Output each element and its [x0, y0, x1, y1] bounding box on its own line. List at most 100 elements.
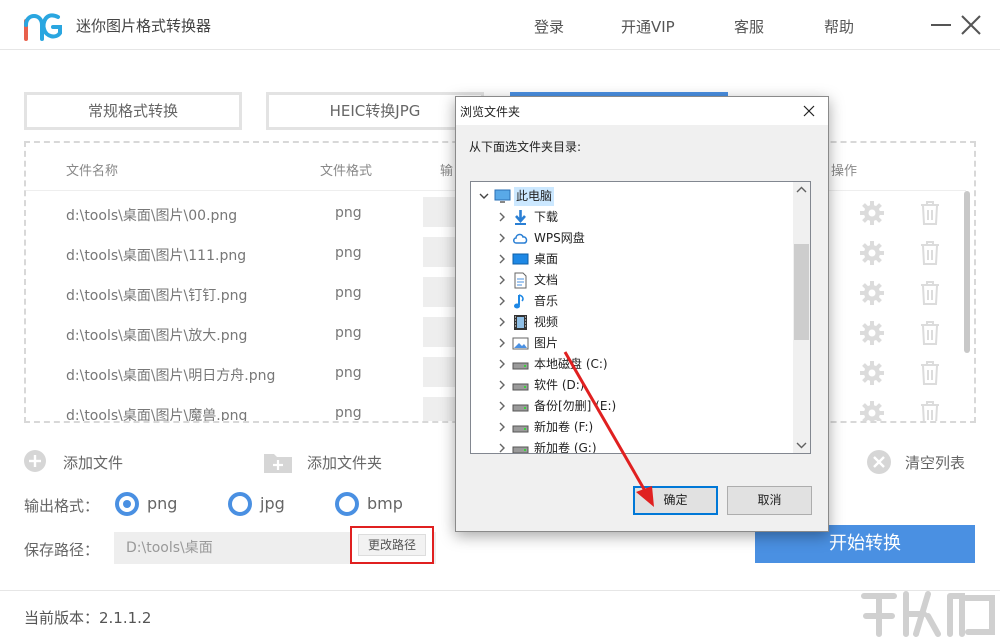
- tree-item-label: 本地磁盘 (C:): [534, 357, 608, 371]
- tree-item[interactable]: 备份[勿删] (E:): [471, 396, 793, 417]
- tree-item-label: 新加卷 (F:): [534, 420, 594, 434]
- dialog-close-icon[interactable]: [802, 104, 816, 118]
- gear-icon[interactable]: [860, 281, 884, 305]
- change-path-highlight: 更改路径: [350, 526, 434, 564]
- tab-heic-convert[interactable]: HEIC转换JPG: [266, 92, 484, 130]
- version-text: 当前版本：2.1.1.2: [24, 609, 152, 627]
- tree-item-label: 文档: [534, 273, 559, 287]
- trash-icon[interactable]: [919, 320, 941, 346]
- tab-normal-convert[interactable]: 常规格式转换: [24, 92, 242, 130]
- tree-item[interactable]: 文档: [471, 270, 793, 291]
- change-path-button[interactable]: 更改路径: [358, 534, 426, 556]
- gear-icon[interactable]: [860, 401, 884, 423]
- add-folder-button[interactable]: 添加文件夹: [307, 452, 382, 473]
- clear-list-button[interactable]: 清空列表: [905, 452, 965, 473]
- gear-icon[interactable]: [860, 361, 884, 385]
- tree-item[interactable]: 下载: [471, 207, 793, 228]
- trash-icon[interactable]: [919, 360, 941, 386]
- chevron-right-icon[interactable]: [497, 359, 507, 369]
- radio-bmp-label[interactable]: bmp: [367, 494, 403, 513]
- video-icon: [514, 315, 527, 330]
- tree-item-label: 备份[勿删] (E:): [534, 399, 617, 413]
- tree-item[interactable]: 视频: [471, 312, 793, 333]
- column-header-ops: 操作: [831, 164, 858, 179]
- add-file-icon[interactable]: [24, 450, 46, 472]
- chevron-right-icon[interactable]: [497, 401, 507, 411]
- file-format-cell: png: [335, 285, 362, 301]
- tree-item-label: 下载: [534, 210, 559, 224]
- column-header-name: 文件名称: [66, 164, 119, 179]
- radio-jpg[interactable]: [228, 492, 252, 516]
- minimize-icon[interactable]: [930, 14, 952, 36]
- add-folder-icon[interactable]: [263, 450, 293, 474]
- desktop-icon: [512, 253, 529, 265]
- tree-item[interactable]: 此电脑: [471, 186, 793, 207]
- download-icon: [515, 210, 526, 225]
- list-scrollbar-thumb[interactable]: [964, 191, 970, 353]
- tree-item[interactable]: 音乐: [471, 291, 793, 312]
- trash-icon[interactable]: [919, 280, 941, 306]
- tree-scrollbar-thumb[interactable]: [794, 244, 809, 340]
- chevron-right-icon[interactable]: [497, 317, 507, 327]
- file-name-cell: d:\tools\桌面\图片\明日方舟.png: [66, 368, 276, 384]
- nav-login[interactable]: 登录: [534, 16, 564, 37]
- chevron-right-icon[interactable]: [497, 275, 507, 285]
- file-name-cell: d:\tools\桌面\图片\111.png: [66, 248, 247, 264]
- ok-button[interactable]: 确定: [633, 486, 718, 515]
- chevron-right-icon[interactable]: [497, 212, 507, 222]
- nav-vip[interactable]: 开通VIP: [621, 16, 675, 37]
- tree-item[interactable]: 图片: [471, 333, 793, 354]
- tree-item[interactable]: 新加卷 (F:): [471, 417, 793, 438]
- chevron-right-icon[interactable]: [497, 233, 507, 243]
- chevron-down-icon[interactable]: [479, 191, 489, 201]
- chevron-right-icon[interactable]: [497, 380, 507, 390]
- browse-folder-dialog: 浏览文件夹 从下面选文件夹目录: 此电脑 下载 WPS网盘 桌面 文档 音乐 视频 图片 本地磁…: [455, 96, 829, 532]
- tree-item-label: 图片: [534, 336, 559, 350]
- chevron-right-icon[interactable]: [497, 422, 507, 432]
- tree-item[interactable]: 软件 (D:): [471, 375, 793, 396]
- drive-icon: [512, 404, 529, 412]
- scroll-up-icon[interactable]: [793, 182, 810, 199]
- chevron-right-icon[interactable]: [497, 296, 507, 306]
- radio-png-label[interactable]: png: [147, 494, 177, 513]
- close-icon[interactable]: [960, 14, 982, 36]
- scroll-down-icon[interactable]: [793, 436, 810, 453]
- tree-item[interactable]: WPS网盘: [471, 228, 793, 249]
- tree-item[interactable]: 新加卷 (G:): [471, 438, 793, 453]
- file-format-cell: png: [335, 325, 362, 341]
- radio-png[interactable]: [115, 492, 139, 516]
- tree-item-label: 视频: [534, 315, 559, 329]
- clear-list-icon[interactable]: [867, 450, 891, 474]
- chevron-right-icon[interactable]: [497, 338, 507, 348]
- footer: 当前版本：2.1.1.2: [0, 590, 1000, 640]
- chevron-right-icon[interactable]: [497, 443, 507, 453]
- tree-item[interactable]: 本地磁盘 (C:): [471, 354, 793, 375]
- app-title: 迷你图片格式转换器: [76, 17, 212, 35]
- radio-bmp[interactable]: [335, 492, 359, 516]
- file-format-cell: png: [335, 405, 362, 421]
- nav-help[interactable]: 帮助: [824, 16, 854, 37]
- music-icon: [514, 294, 524, 309]
- column-header-format: 文件格式: [320, 164, 373, 179]
- radio-jpg-label[interactable]: jpg: [260, 494, 285, 513]
- nav-service[interactable]: 客服: [734, 16, 764, 37]
- gear-icon[interactable]: [860, 201, 884, 225]
- gear-icon[interactable]: [860, 321, 884, 345]
- drive-icon: [512, 425, 529, 433]
- add-file-button[interactable]: 添加文件: [63, 452, 123, 473]
- trash-icon[interactable]: [919, 240, 941, 266]
- watermark-logo-icon: [861, 591, 995, 637]
- document-icon: [514, 272, 527, 289]
- chevron-right-icon[interactable]: [497, 254, 507, 264]
- trash-icon[interactable]: [919, 200, 941, 226]
- output-format-label: 输出格式：: [24, 497, 100, 515]
- column-header-output: 输: [440, 164, 454, 179]
- tree-item[interactable]: 桌面: [471, 249, 793, 270]
- file-name-cell: d:\tools\桌面\图片\00.png: [66, 208, 238, 224]
- cancel-button[interactable]: 取消: [727, 486, 812, 515]
- trash-icon[interactable]: [919, 400, 941, 423]
- file-name-cell: d:\tools\桌面\图片\魔兽.png: [66, 408, 248, 423]
- drive-icon: [512, 362, 529, 370]
- gear-icon[interactable]: [860, 241, 884, 265]
- folder-tree[interactable]: 此电脑下载 WPS网盘 桌面文档音乐视频图片本地磁盘 (C:) 软件 (D:) 备份[勿…: [470, 181, 811, 454]
